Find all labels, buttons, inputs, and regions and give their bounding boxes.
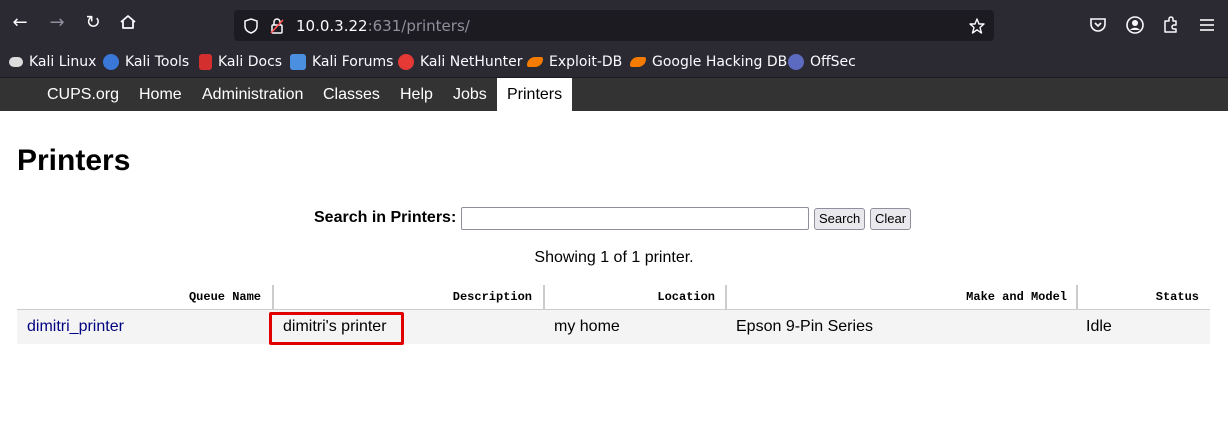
nav-administration[interactable]: Administration [192, 78, 313, 111]
clear-button[interactable]: Clear [870, 208, 912, 230]
bookmark-label: Kali NetHunter [420, 54, 523, 70]
forward-arrow-icon[interactable]: → [47, 13, 67, 33]
status-cell: Idle [1086, 318, 1112, 335]
kali-tools-icon [103, 54, 119, 70]
highlight-box [269, 312, 404, 345]
bookmark-label: Kali Linux [29, 54, 97, 70]
bookmark-offsec[interactable]: OffSec [788, 53, 856, 71]
bookmark-label: Exploit-DB [549, 54, 623, 70]
account-icon[interactable] [1125, 15, 1145, 35]
nav-cups-org[interactable]: CUPS.org [37, 78, 129, 111]
nav-jobs[interactable]: Jobs [443, 78, 497, 111]
nav-home[interactable]: Home [129, 78, 192, 111]
bookmark-exploit-db[interactable]: Exploit-DB [527, 53, 622, 71]
kali-forums-icon [290, 54, 306, 70]
header-description[interactable]: Description [274, 285, 542, 310]
pocket-icon[interactable] [1088, 15, 1108, 35]
nav-classes[interactable]: Classes [313, 78, 390, 111]
make-model-cell: Epson 9-Pin Series [736, 318, 873, 335]
bookmark-kali-linux[interactable]: Kali Linux [9, 53, 96, 71]
location-cell: my home [554, 318, 620, 335]
page-title: Printers [17, 144, 131, 177]
bookmark-label: OffSec [810, 54, 856, 70]
browser-toolbar: ← → ↻ 10.0.3.22:631/printers/ [0, 0, 1228, 46]
bookmark-kali-tools[interactable]: Kali Tools [103, 53, 189, 71]
header-status[interactable]: Status [1078, 285, 1209, 310]
results-count: Showing 1 of 1 printer. [534, 249, 694, 266]
offsec-icon [788, 54, 804, 70]
search-button[interactable]: Search [814, 208, 866, 230]
bookmark-kali-nethunter[interactable]: Kali NetHunter [398, 53, 522, 71]
url-host: 10.0.3.22 [296, 17, 368, 35]
bookmark-star-icon[interactable] [968, 17, 986, 35]
bookmark-google-hacking-db[interactable]: Google Hacking DB [630, 53, 787, 71]
header-make-model[interactable]: Make and Model [727, 285, 1077, 310]
printers-table: Queue Name Description Location Make and… [17, 285, 1210, 345]
bookmark-label: Kali Forums [312, 54, 394, 70]
queue-name-link[interactable]: dimitri_printer [27, 310, 124, 344]
bookmark-label: Kali Tools [125, 54, 190, 70]
kali-docs-icon [199, 54, 212, 70]
insecure-lock-icon[interactable] [268, 17, 286, 35]
shield-icon[interactable] [242, 17, 260, 35]
bookmarks-bar: Kali Linux Kali Tools Kali Docs Kali For… [0, 46, 1228, 78]
bookmark-kali-forums[interactable]: Kali Forums [290, 53, 393, 71]
nethunter-icon [398, 54, 414, 70]
back-arrow-icon[interactable]: ← [10, 13, 30, 33]
kali-dragon-icon [9, 57, 23, 67]
bookmark-kali-docs[interactable]: Kali Docs [199, 53, 282, 71]
reload-icon[interactable]: ↻ [83, 13, 103, 33]
header-queue-name[interactable]: Queue Name [17, 285, 271, 310]
bookmark-label: Kali Docs [218, 54, 283, 70]
table-header: Queue Name Description Location Make and… [17, 285, 1210, 310]
nav-printers[interactable]: Printers [497, 78, 572, 111]
table-row: dimitri_printer dimitri's printer my hom… [17, 310, 1210, 345]
bookmark-label: Google Hacking DB [652, 54, 788, 70]
nav-help[interactable]: Help [390, 78, 443, 111]
extensions-icon[interactable] [1161, 15, 1181, 35]
search-input[interactable] [461, 207, 809, 230]
url-bar[interactable]: 10.0.3.22:631/printers/ [234, 10, 994, 41]
search-label: Search in Printers: [314, 209, 457, 226]
exploit-db-icon [527, 57, 543, 67]
url-text[interactable]: 10.0.3.22:631/printers/ [296, 17, 470, 35]
ghdb-icon [630, 57, 646, 67]
home-icon[interactable] [118, 13, 138, 33]
url-path: :631/printers/ [367, 17, 470, 35]
header-location[interactable]: Location [545, 285, 725, 310]
menu-hamburger-icon[interactable] [1197, 15, 1217, 35]
cups-nav-bar: CUPS.org Home Administration Classes Hel… [0, 78, 1228, 111]
